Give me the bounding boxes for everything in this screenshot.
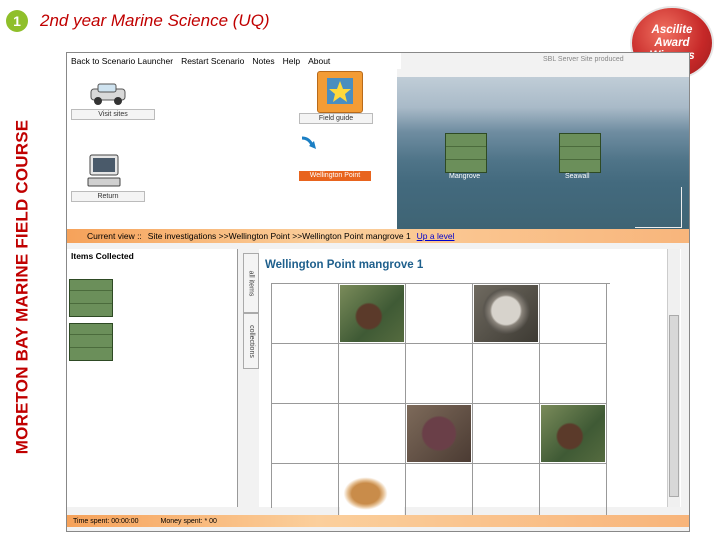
tab-all-items-label: all items bbox=[247, 270, 255, 296]
visit-sites-button[interactable]: Visit sites bbox=[71, 109, 155, 120]
status-bar: Time spent: 00:00:00 Money spent: * 00 bbox=[67, 515, 689, 527]
side-title: MORETON BAY MARINE FIELD COURSE bbox=[4, 40, 40, 534]
menu-back-to-launcher[interactable]: Back to Scenario Launcher bbox=[71, 56, 173, 66]
breadcrumb-bar: Current view :: Site investigations >>We… bbox=[67, 229, 689, 243]
quadrat-cell[interactable] bbox=[272, 344, 339, 404]
specimen-crab-image[interactable] bbox=[541, 405, 605, 462]
seawall-label: Seawall bbox=[565, 173, 590, 180]
money-spent: Money spent: * 00 bbox=[160, 517, 217, 525]
menu-restart-scenario[interactable]: Restart Scenario bbox=[181, 56, 244, 66]
quadrat-cell[interactable] bbox=[540, 404, 607, 464]
quadrat-cell[interactable] bbox=[272, 284, 339, 344]
time-spent: Time spent: 00:00:00 bbox=[73, 517, 139, 525]
quadrat-cell[interactable] bbox=[339, 344, 406, 404]
menu-bar: Back to Scenario Launcher Restart Scenar… bbox=[67, 53, 401, 69]
tool-panel: Visit sites Return Field guide Wellingto… bbox=[67, 69, 397, 229]
site-photo-map: Mangrove Seawall bbox=[397, 77, 689, 229]
breadcrumb-path: Site investigations >>Wellington Point >… bbox=[147, 231, 411, 241]
quadrat-cell[interactable] bbox=[473, 284, 540, 344]
up-a-level-link[interactable]: Up a level bbox=[417, 231, 455, 241]
specimen-shell-image[interactable] bbox=[340, 465, 404, 522]
award-line-1: Ascilite bbox=[651, 23, 693, 36]
specimen-crab2-image[interactable] bbox=[407, 405, 471, 462]
quadrat-panel: Wellington Point mangrove 1 bbox=[259, 249, 681, 524]
field-guide-book-icon[interactable] bbox=[317, 71, 363, 113]
app-window: Back to Scenario Launcher Restart Scenar… bbox=[66, 52, 690, 532]
computer-icon[interactable] bbox=[87, 153, 121, 189]
quadrat-cell[interactable] bbox=[406, 344, 473, 404]
specimen-crab-image[interactable] bbox=[340, 285, 404, 342]
slide-number-badge: 1 bbox=[6, 10, 28, 32]
award-line-2: Award bbox=[654, 36, 690, 49]
tab-collections[interactable]: collections bbox=[243, 313, 259, 369]
quadrat-cell[interactable] bbox=[473, 344, 540, 404]
quadrat-cell[interactable] bbox=[540, 344, 607, 404]
slide-title: 2nd year Marine Science (UQ) bbox=[40, 11, 270, 30]
quadrat-cell[interactable] bbox=[540, 284, 607, 344]
quadrat-cell[interactable] bbox=[473, 404, 540, 464]
items-collected-title: Items Collected bbox=[71, 251, 134, 261]
credit-text: SBL Server Site produced bbox=[543, 56, 624, 63]
quadrat-title: Wellington Point mangrove 1 bbox=[265, 259, 424, 271]
tab-all-items[interactable]: all items bbox=[243, 253, 259, 313]
menu-notes[interactable]: Notes bbox=[252, 56, 274, 66]
curved-arrow-icon bbox=[299, 135, 319, 153]
menu-help[interactable]: Help bbox=[283, 56, 300, 66]
mangrove-label: Mangrove bbox=[449, 173, 481, 180]
quadrat-cell[interactable] bbox=[272, 404, 339, 464]
quadrat-cell[interactable] bbox=[339, 284, 406, 344]
tab-collections-label: collections bbox=[247, 324, 255, 358]
mangrove-site-tile[interactable] bbox=[445, 133, 487, 173]
quadrat-cell[interactable] bbox=[406, 404, 473, 464]
collected-item-mangrove[interactable] bbox=[69, 279, 113, 317]
photo-frame-corner bbox=[635, 187, 682, 228]
return-button[interactable]: Return bbox=[71, 191, 145, 202]
seawall-site-tile[interactable] bbox=[559, 133, 601, 173]
wellington-point-site-button[interactable]: Wellington Point bbox=[299, 171, 371, 181]
breadcrumb-prefix: Current view :: bbox=[87, 231, 142, 241]
field-guide-button[interactable]: Field guide bbox=[299, 113, 373, 124]
quadrat-cell[interactable] bbox=[406, 284, 473, 344]
menu-about[interactable]: About bbox=[308, 56, 330, 66]
scrollbar-thumb[interactable] bbox=[669, 315, 679, 497]
collected-item-seawall[interactable] bbox=[69, 323, 113, 361]
quadrat-cell[interactable] bbox=[339, 404, 406, 464]
specimen-snail-image[interactable] bbox=[474, 285, 538, 342]
side-title-text: MORETON BAY MARINE FIELD COURSE bbox=[12, 119, 31, 455]
car-icon[interactable] bbox=[87, 81, 129, 107]
quadrat-grid bbox=[271, 283, 610, 524]
items-collected-panel: Items Collected bbox=[67, 249, 238, 507]
